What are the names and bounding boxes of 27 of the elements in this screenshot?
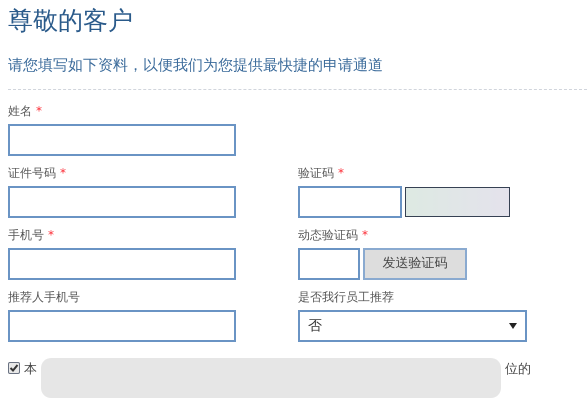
- field-label: 动态验证码: [298, 228, 358, 242]
- agreement-checkbox[interactable]: [8, 362, 20, 374]
- field-label: 是否我行员工推荐: [298, 290, 394, 304]
- field-label: 手机号: [8, 228, 44, 242]
- captcha-image[interactable]: [405, 187, 510, 217]
- input-field[interactable]: [8, 186, 236, 218]
- field-label: 推荐人手机号: [8, 290, 80, 304]
- required-mark: *: [60, 166, 66, 180]
- required-mark: *: [36, 104, 42, 118]
- dropdown-caret-icon: [509, 323, 517, 329]
- required-mark: *: [362, 228, 368, 242]
- field-label: 姓名: [8, 104, 32, 118]
- send-code-button[interactable]: 发送验证码: [363, 248, 467, 280]
- input-field[interactable]: [8, 124, 236, 156]
- input-field[interactable]: [8, 310, 236, 342]
- input-field[interactable]: [8, 248, 236, 280]
- required-mark: *: [48, 228, 54, 242]
- agreement-text: 位的: [505, 361, 531, 379]
- input-field[interactable]: [298, 248, 360, 280]
- field-label: 证件号码: [8, 166, 56, 180]
- select-field[interactable]: 否: [298, 310, 527, 342]
- input-field[interactable]: [298, 186, 402, 218]
- field-label: 验证码: [298, 166, 334, 180]
- form-intro: 请您填写如下资料，以便我们为您提供最快捷的申请通道: [8, 55, 383, 76]
- agreement-text: 本: [24, 361, 37, 379]
- page-title: 尊敬的客户: [8, 5, 134, 37]
- required-mark: *: [338, 166, 344, 180]
